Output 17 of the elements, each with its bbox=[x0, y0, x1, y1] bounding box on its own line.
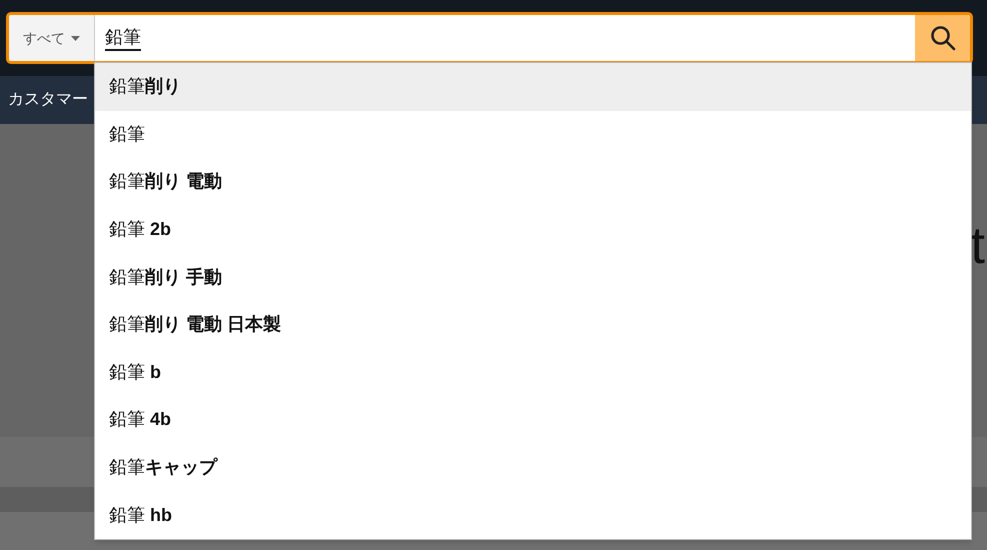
suggestion-item[interactable]: 鉛筆削り 電動 bbox=[95, 158, 971, 206]
suggestion-item[interactable]: 鉛筆削り bbox=[95, 63, 971, 111]
category-dropdown[interactable]: すべて bbox=[9, 15, 95, 61]
suggestion-item[interactable]: 鉛筆キャップ bbox=[95, 444, 971, 492]
suggestion-item[interactable]: 鉛筆 bbox=[95, 110, 971, 158]
suggestion-item[interactable]: 鉛筆 b bbox=[95, 348, 971, 396]
nav-link[interactable]: カスタマー bbox=[8, 88, 88, 112]
caret-icon bbox=[71, 36, 80, 40]
headline-text: t bbox=[970, 216, 985, 276]
search-icon bbox=[930, 25, 956, 51]
search-button[interactable] bbox=[915, 15, 970, 61]
suggestion-item[interactable]: 鉛筆 4b bbox=[95, 396, 971, 444]
suggestion-item[interactable]: 鉛筆削り 電動 日本製 bbox=[95, 300, 971, 349]
search-text: 鉛筆 bbox=[105, 25, 141, 51]
suggestion-item[interactable]: 鉛筆削り 手動 bbox=[95, 253, 971, 301]
suggestion-item[interactable]: 鉛筆 hb bbox=[95, 491, 971, 539]
suggestion-item[interactable]: 鉛筆 2b bbox=[95, 206, 971, 254]
